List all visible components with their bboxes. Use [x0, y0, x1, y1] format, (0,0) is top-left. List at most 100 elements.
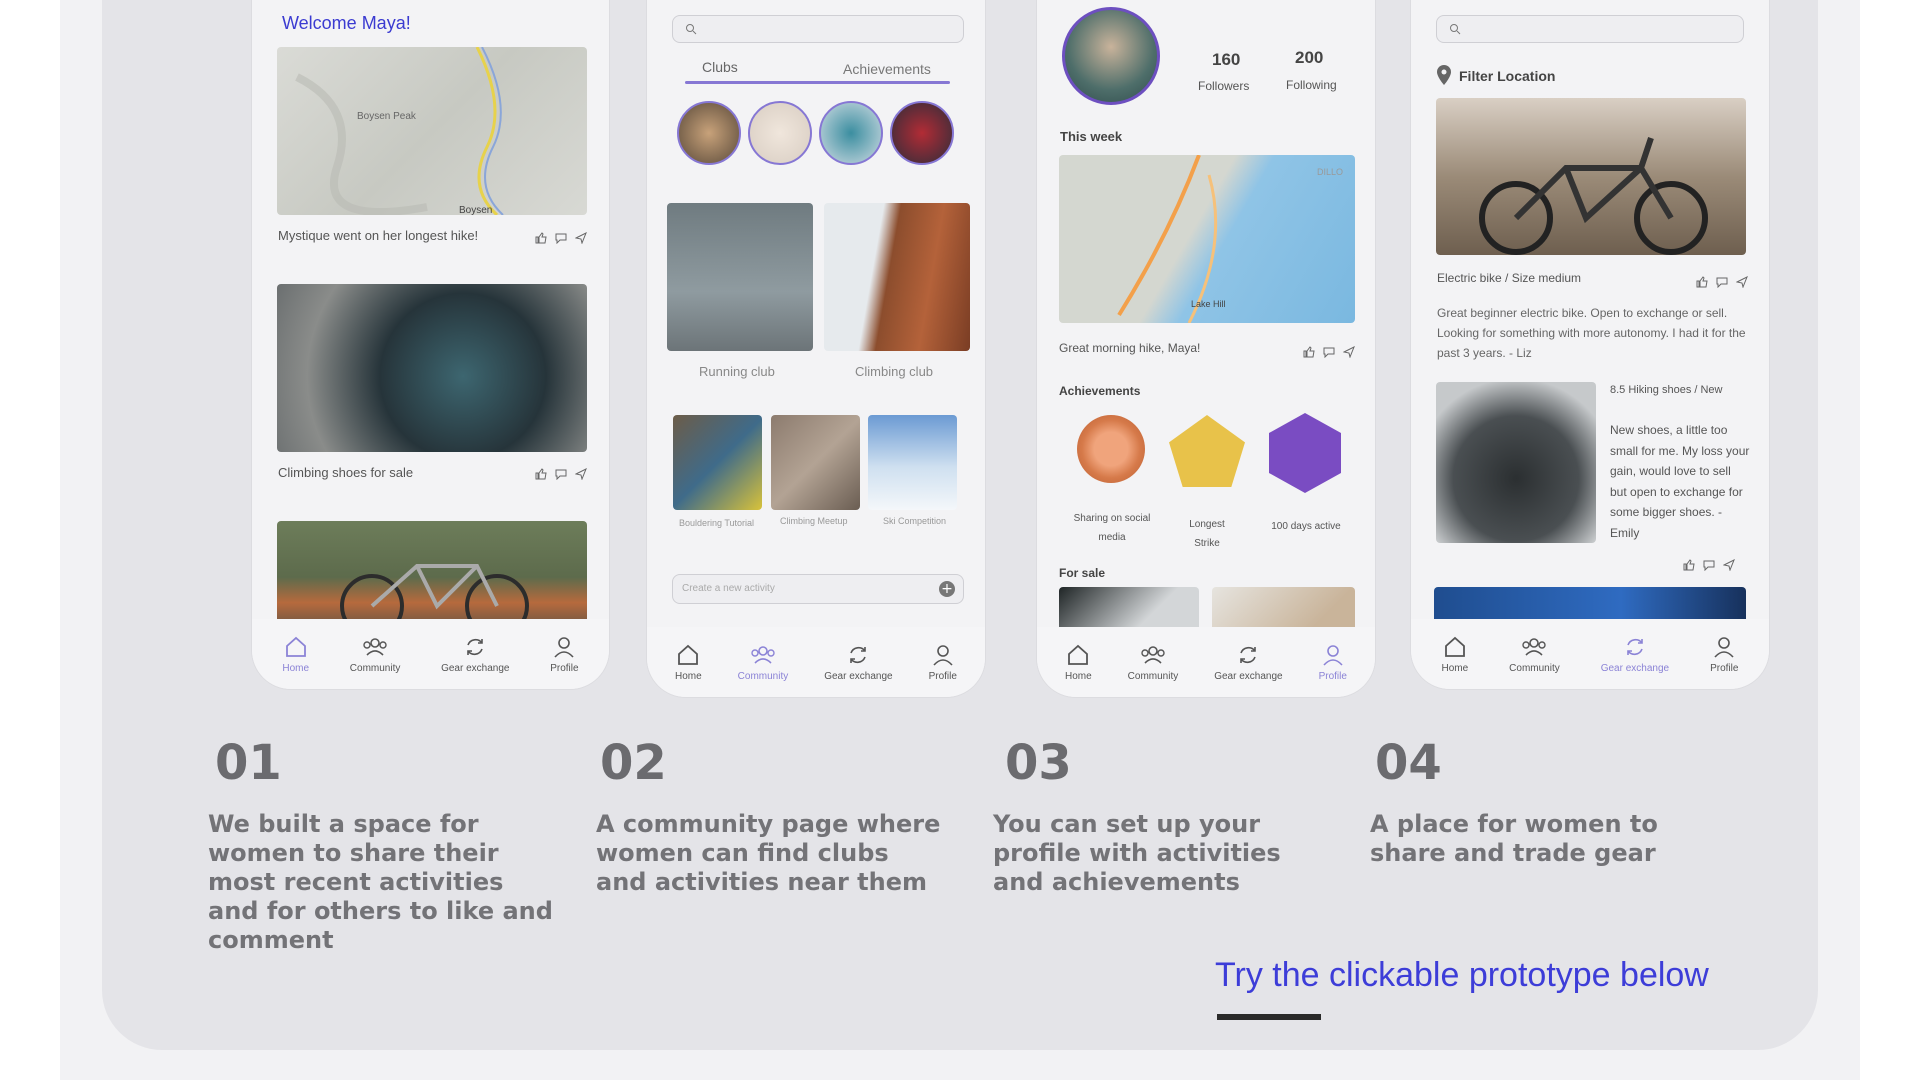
step-number: 02 [600, 735, 667, 791]
badge-label: Longest Strike [1189, 519, 1225, 549]
mountain-bike-image[interactable] [277, 521, 587, 623]
club-avatar[interactable] [890, 101, 954, 165]
gear-exchange-screen-mockup: Filter Location Electric bike / Size med… [1410, 0, 1770, 690]
step-description: A place for women to share and trade gea… [1370, 810, 1658, 867]
map-label-town: Boysen [459, 205, 492, 215]
tab-clubs[interactable]: Clubs [702, 59, 738, 75]
tab-gear-exchange[interactable]: Gear exchange [441, 635, 509, 674]
tab-home[interactable]: Home [675, 643, 702, 682]
post-caption: Mystique went on her longest hike! [278, 228, 479, 243]
search-input[interactable] [672, 15, 964, 43]
electric-bike-image[interactable] [1436, 98, 1746, 255]
badge-label: Sharing on social media [1073, 513, 1151, 543]
activity-thumb-bouldering[interactable] [673, 415, 762, 510]
map-image[interactable]: Boysen Peak Boysen [277, 47, 587, 215]
filter-location-label[interactable]: Filter Location [1459, 68, 1555, 84]
comment-icon[interactable] [1716, 273, 1728, 289]
item-title: Electric bike / Size medium [1437, 271, 1582, 285]
tab-profile[interactable]: Profile [1319, 643, 1347, 682]
home-icon [678, 644, 699, 665]
gold-badge-icon[interactable] [1169, 415, 1245, 487]
like-icon[interactable] [535, 229, 547, 244]
climbing-shoe-image[interactable] [277, 284, 587, 452]
map-route-graphic: Boysen Peak Boysen [295, 47, 504, 215]
post-actions [1696, 273, 1748, 289]
share-icon[interactable] [1342, 343, 1355, 359]
following-count: 200 [1295, 48, 1324, 67]
purple-badge-icon[interactable] [1269, 413, 1341, 493]
activity-label: Ski Competition [883, 516, 947, 526]
activity-thumb-climbing[interactable] [771, 415, 860, 510]
share-icon[interactable] [574, 465, 587, 481]
profile-icon [554, 636, 574, 658]
for-sale-heading: For sale [1059, 566, 1106, 580]
home-icon [1068, 644, 1089, 665]
club-label: Climbing club [855, 364, 934, 379]
bottom-tab-bar: Home Community Gear exchange Profile [252, 619, 609, 689]
climbing-club-image[interactable] [824, 203, 970, 351]
location-pin-icon[interactable] [1436, 65, 1452, 85]
club-avatar[interactable] [677, 101, 741, 165]
tab-underline [685, 81, 950, 84]
share-icon[interactable] [1735, 273, 1748, 289]
like-icon[interactable] [1696, 273, 1708, 288]
page-canvas: Welcome Maya! Boysen Peak Boysen Mystiqu… [60, 0, 1860, 1080]
bronze-badge-icon[interactable] [1077, 415, 1145, 483]
tab-home[interactable]: Home [1441, 635, 1468, 674]
item-description: New shoes, a little too small for me. My… [1610, 423, 1750, 540]
share-icon[interactable] [1722, 556, 1735, 572]
profile-screen-mockup: 160 Followers 200 Following This week La… [1036, 0, 1376, 698]
prototype-cta-link[interactable]: Try the clickable prototype below [1215, 956, 1709, 995]
step-description: We built a space for women to share thei… [208, 810, 553, 954]
search-icon [686, 24, 697, 35]
club-avatar[interactable] [819, 101, 883, 165]
item-title: 8.5 Hiking shoes / New [1610, 384, 1723, 396]
add-icon[interactable]: + [939, 581, 955, 597]
tab-achievements[interactable]: Achievements [843, 61, 931, 77]
welcome-heading: Welcome Maya! [282, 13, 411, 33]
new-activity-input[interactable]: Create a new activity + [672, 574, 964, 604]
club-avatar[interactable] [748, 101, 812, 165]
tab-community[interactable]: Community [350, 635, 400, 674]
badge-label: 100 days active [1271, 521, 1341, 532]
bike-graphic [340, 564, 529, 623]
activity-thumb-ski[interactable] [868, 415, 957, 510]
tab-home[interactable]: Home [282, 635, 309, 674]
like-icon[interactable] [1303, 343, 1315, 358]
step-number: 04 [1375, 735, 1442, 791]
running-club-image[interactable] [667, 203, 813, 351]
tab-community[interactable]: Community [1128, 643, 1178, 682]
map-route-graphic: Lake Hill DILLO [1117, 155, 1343, 323]
share-icon[interactable] [574, 229, 587, 245]
search-input[interactable] [1436, 15, 1744, 43]
tab-community[interactable]: Community [738, 643, 788, 682]
post-actions [535, 465, 587, 481]
following-label: Following [1286, 78, 1337, 92]
tab-gear-exchange[interactable]: Gear exchange [1601, 635, 1669, 674]
profile-avatar[interactable] [1062, 7, 1160, 105]
tab-community[interactable]: Community [1509, 635, 1560, 674]
comment-icon[interactable] [1323, 343, 1335, 359]
hiking-shoes-image[interactable] [1436, 382, 1596, 543]
this-week-heading: This week [1060, 129, 1123, 144]
comment-icon[interactable] [555, 465, 567, 481]
comment-icon[interactable] [555, 229, 567, 245]
club-label: Running club [699, 364, 775, 379]
tab-gear-exchange[interactable]: Gear exchange [1214, 643, 1283, 682]
map-label-peak: Boysen Peak [357, 111, 417, 122]
search-icon [1450, 24, 1461, 35]
like-icon[interactable] [1683, 556, 1695, 571]
community-icon [751, 645, 775, 664]
tab-profile[interactable]: Profile [929, 643, 957, 682]
tab-gear-exchange[interactable]: Gear exchange [824, 643, 893, 682]
post-actions [1683, 556, 1735, 572]
tab-profile[interactable]: Profile [550, 635, 579, 674]
cta-underline [1217, 1014, 1321, 1020]
tab-profile[interactable]: Profile [1710, 635, 1738, 674]
like-icon[interactable] [535, 465, 547, 480]
tab-home[interactable]: Home [1065, 643, 1092, 682]
map-label-lake: Lake Hill [1191, 299, 1226, 309]
weekly-map-image[interactable]: Lake Hill DILLO [1059, 155, 1355, 323]
comment-icon[interactable] [1703, 556, 1715, 572]
post-caption: Great morning hike, Maya! [1059, 341, 1201, 355]
